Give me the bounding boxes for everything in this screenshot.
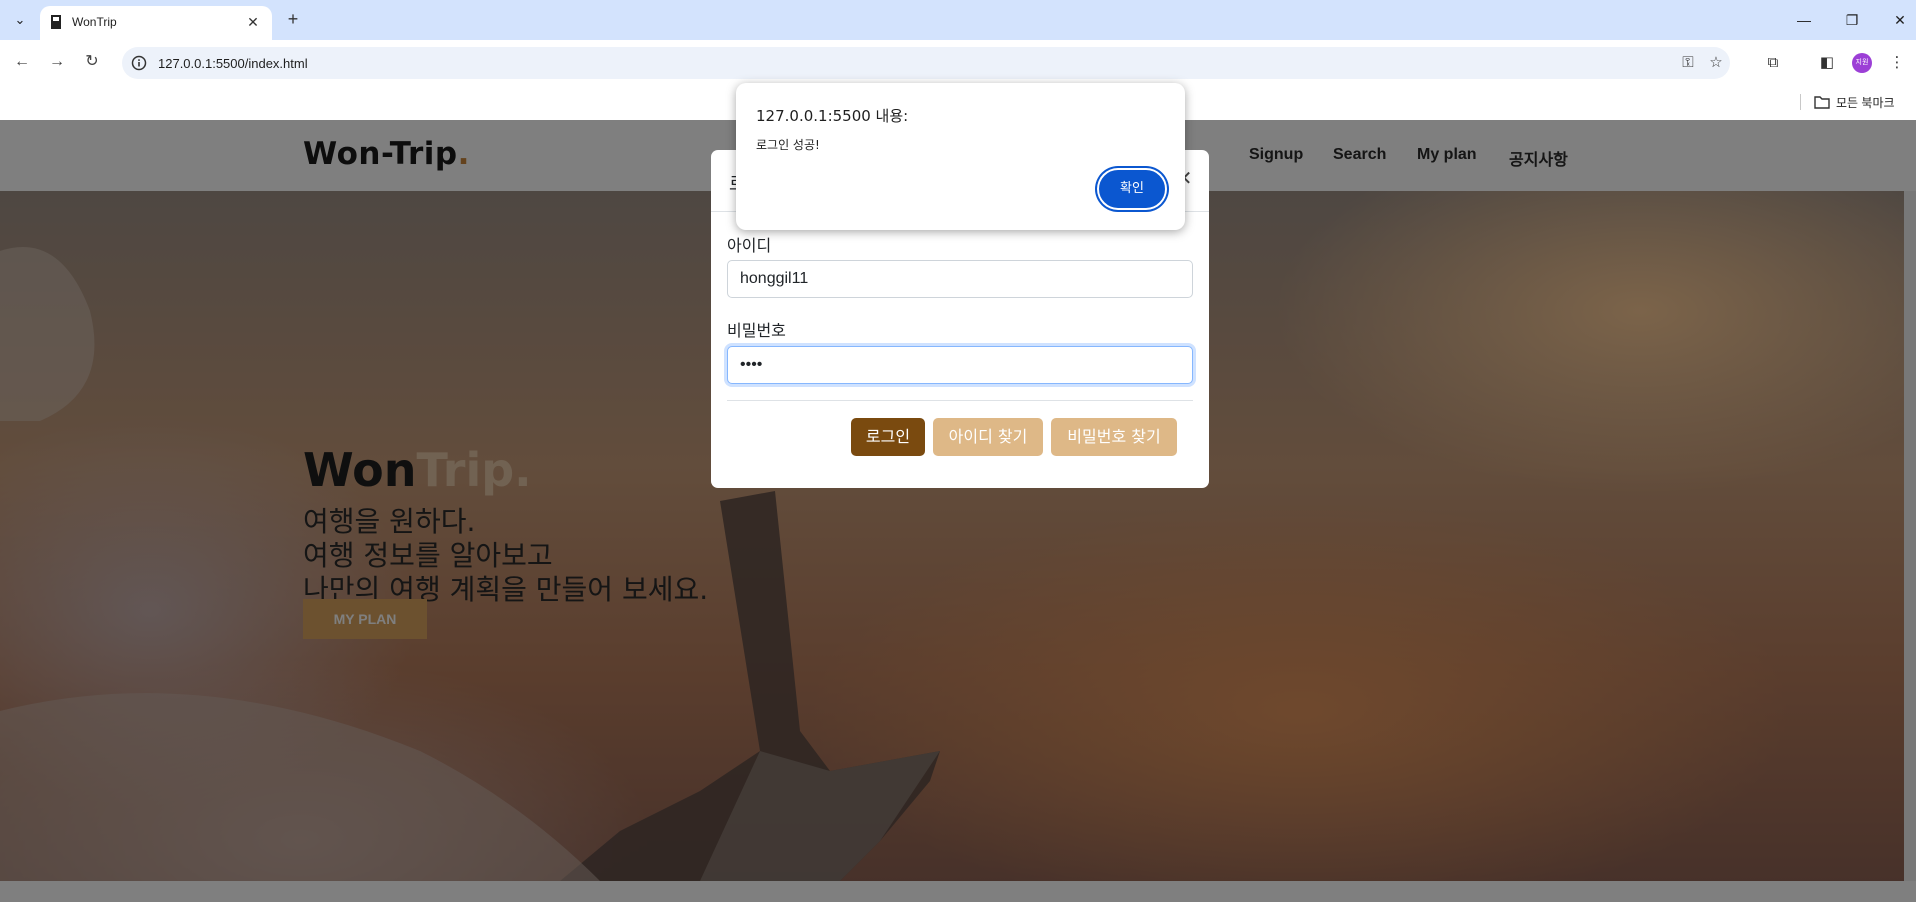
tab-search-chevron-icon[interactable]: ⌄	[8, 8, 32, 32]
reload-icon[interactable]: ↻	[80, 50, 104, 74]
address-bar[interactable]: 127.0.0.1:5500/index.html ⚿ ☆	[122, 47, 1730, 79]
browser-menu-icon[interactable]: ⋮	[1886, 52, 1908, 74]
id-input[interactable]	[727, 260, 1193, 298]
extensions-puzzle-icon[interactable]: ⧉	[1762, 52, 1784, 74]
folder-icon	[1814, 96, 1830, 109]
alert-ok-button[interactable]: 확인	[1099, 170, 1165, 208]
tab-strip: ⌄ WonTrip ✕ + — ❐ ✕	[0, 0, 1916, 40]
bookmark-star-icon[interactable]: ☆	[1706, 53, 1726, 73]
password-label: 비밀번호	[727, 321, 786, 340]
side-panel-icon[interactable]: ◧	[1816, 52, 1838, 74]
url-text: 127.0.0.1:5500/index.html	[158, 56, 308, 71]
tab-close-icon[interactable]: ✕	[244, 13, 262, 31]
window-close-icon[interactable]: ✕	[1886, 8, 1914, 32]
all-bookmarks-label: 모든 북마크	[1836, 95, 1895, 110]
all-bookmarks-button[interactable]: 모든 북마크	[1814, 92, 1895, 112]
id-label: 아이디	[727, 236, 772, 255]
password-key-icon[interactable]: ⚿	[1678, 53, 1698, 73]
back-arrow-icon[interactable]: ←	[10, 50, 34, 74]
browser-toolbar: ← → ↻ 127.0.0.1:5500/index.html ⚿ ☆ ⧉ ◧ …	[0, 40, 1916, 84]
site-info-icon[interactable]	[130, 54, 148, 72]
minimize-icon[interactable]: —	[1790, 8, 1818, 32]
restore-icon[interactable]: ❐	[1838, 8, 1866, 32]
alert-origin: 127.0.0.1:5500 내용:	[756, 107, 909, 125]
forward-arrow-icon[interactable]: →	[45, 50, 69, 74]
alert-dialog: 127.0.0.1:5500 내용: 로그인 성공! 확인	[736, 83, 1185, 230]
modal-divider	[727, 400, 1193, 401]
profile-avatar[interactable]: 지원	[1852, 53, 1872, 73]
page-favicon-icon	[51, 15, 61, 29]
tab-title: WonTrip	[72, 15, 117, 29]
login-button[interactable]: 로그인	[851, 418, 925, 456]
password-input[interactable]	[727, 346, 1193, 384]
bookmarks-divider	[1800, 94, 1801, 110]
find-id-button[interactable]: 아이디 찾기	[933, 418, 1043, 456]
alert-message: 로그인 성공!	[756, 138, 820, 152]
new-tab-plus-icon[interactable]: +	[282, 9, 304, 31]
find-password-button[interactable]: 비밀번호 찾기	[1051, 418, 1177, 456]
browser-tab[interactable]: WonTrip ✕	[40, 6, 272, 40]
